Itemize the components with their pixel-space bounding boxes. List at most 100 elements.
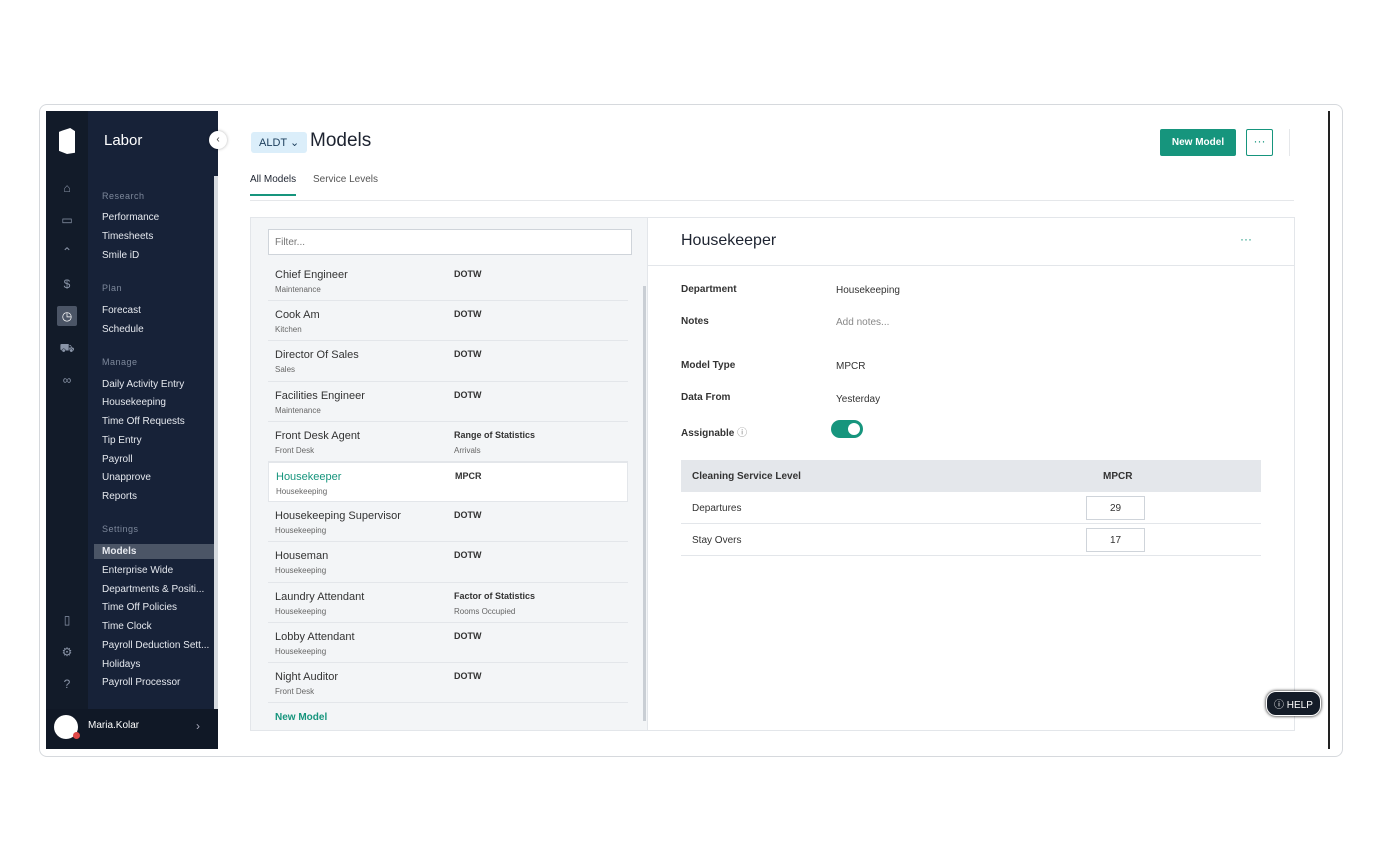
sidebar-item-time-off-requests[interactable]: Time Off Requests: [102, 414, 214, 429]
model-department: Housekeeping: [275, 606, 327, 616]
list-item[interactable]: Houseman Housekeeping DOTW: [268, 542, 628, 583]
list-item[interactable]: Facilities Engineer Maintenance DOTW: [268, 382, 628, 422]
department-value: Housekeeping: [836, 285, 900, 296]
dollar-icon[interactable]: $: [57, 274, 77, 294]
sidebar-item-departments[interactable]: Departments & Positi...: [102, 582, 214, 597]
gear-icon[interactable]: ⚙: [57, 642, 77, 662]
divider: [1289, 129, 1290, 156]
model-department: Housekeeping: [275, 526, 327, 536]
model-department: Maintenance: [275, 285, 321, 294]
model-department: Kitchen: [275, 325, 302, 335]
app: ⌂ ▭ ⌃ $ ◷ ⛟ ∞ ▯ ⚙ ? Labor Research Perfo…: [46, 111, 1330, 749]
sidebar-item-performance[interactable]: Performance: [102, 210, 214, 225]
handshake-icon[interactable]: ∞: [57, 370, 77, 390]
model-name: Housekeeping Supervisor: [275, 510, 401, 523]
sidebar-item-smile-id[interactable]: Smile iD: [102, 248, 214, 263]
list-item[interactable]: Director Of Sales Sales DOTW: [268, 341, 628, 382]
icon-rail: ⌂ ▭ ⌃ $ ◷ ⛟ ∞ ▯ ⚙ ?: [46, 111, 88, 749]
analytics-icon[interactable]: ⌃: [57, 242, 77, 262]
logo-icon: [59, 128, 75, 154]
user-menu[interactable]: Maria.Kolar ›: [46, 709, 218, 749]
model-department: Housekeeping: [275, 566, 327, 576]
models-list: Chief Engineer Maintenance DOTW Cook Am Kitc…: [251, 218, 648, 730]
model-detail: Housekeeper ··· Department Housekeeping …: [648, 218, 1294, 730]
model-name: Night Auditor: [275, 670, 338, 683]
truck-icon[interactable]: ⛟: [57, 338, 77, 358]
notes-input[interactable]: Add notes...: [836, 317, 889, 328]
list-item[interactable]: Front Desk Agent Front Desk Range of Stati…: [268, 422, 628, 462]
tab-divider: [250, 200, 1294, 201]
sidebar-item-enterprise-wide[interactable]: Enterprise Wide: [102, 563, 214, 578]
model-type-value: MPCR: [836, 361, 866, 372]
more-options-button[interactable]: ···: [1246, 129, 1273, 156]
list-item[interactable]: Cook Am Kitchen DOTW: [268, 301, 628, 342]
help-circle-icon[interactable]: ?: [57, 674, 77, 694]
assignable-toggle[interactable]: [831, 420, 863, 438]
stay-overs-input[interactable]: [1086, 528, 1145, 552]
model-type-label: Model Type: [681, 360, 736, 371]
list-item[interactable]: Lobby Attendant Housekeeping DOTW: [268, 623, 628, 663]
sidebar-item-holidays[interactable]: Holidays: [102, 657, 214, 672]
sidebar-scrollbar[interactable]: [214, 176, 218, 716]
sidebar-item-forecast[interactable]: Forecast: [102, 303, 214, 318]
table-row: Stay Overs: [681, 524, 1261, 556]
list-item[interactable]: Housekeeping Supervisor Housekeeping DOTW: [268, 502, 628, 543]
sidebar-item-reports[interactable]: Reports: [102, 489, 214, 504]
sidebar-item-housekeeping[interactable]: Housekeeping: [102, 395, 214, 410]
sidebar-item-daily-activity[interactable]: Daily Activity Entry: [102, 377, 214, 392]
detail-more-button[interactable]: ···: [1240, 232, 1252, 246]
sidebar-item-payroll-processor[interactable]: Payroll Processor: [102, 675, 214, 690]
list-item[interactable]: Laundry Attendant Housekeeping Factor of S…: [268, 583, 628, 623]
chevron-down-icon: ⌄: [289, 137, 300, 149]
sidebar-item-timesheets[interactable]: Timesheets: [102, 229, 214, 244]
new-model-button[interactable]: New Model: [1160, 129, 1236, 156]
filter-input[interactable]: [268, 229, 632, 255]
sidebar-item-payroll-deduction[interactable]: Payroll Deduction Sett...: [102, 638, 214, 653]
model-name: Houseman: [275, 550, 329, 563]
model-type: DOTW: [454, 269, 482, 279]
model-type: DOTW: [454, 349, 482, 360]
new-model-link[interactable]: New Model: [275, 712, 327, 723]
sidebar-item-payroll[interactable]: Payroll: [102, 452, 214, 467]
sidebar-item-unapprove[interactable]: Unapprove: [102, 470, 214, 485]
list-item[interactable]: Housekeeper Housekeeping MPCR: [268, 461, 628, 503]
assignable-label: Assignable ⓘ: [681, 424, 747, 439]
inbox-icon[interactable]: ▭: [57, 210, 77, 230]
sidebar-item-models[interactable]: Models: [94, 544, 214, 559]
departures-input[interactable]: [1086, 496, 1145, 520]
model-statistic: Rooms Occupied: [454, 606, 516, 616]
model-name: Housekeeper: [276, 470, 342, 483]
service-level-table: Cleaning Service Level MPCR Departures St…: [681, 460, 1261, 556]
model-type: Range of Statistics: [454, 429, 536, 440]
list-scrollbar[interactable]: [643, 286, 646, 721]
page-title: Models: [310, 130, 372, 151]
home-icon[interactable]: ⌂: [57, 178, 77, 198]
sidebar-item-time-off-policies[interactable]: Time Off Policies: [102, 600, 214, 615]
info-icon: ⓘ: [737, 428, 748, 439]
model-name: Facilities Engineer: [275, 389, 365, 402]
page-scrollbar[interactable]: [1328, 111, 1330, 749]
clock-icon[interactable]: ◷: [57, 306, 77, 326]
list-item[interactable]: Chief Engineer Maintenance DOTW: [268, 261, 628, 302]
help-icon: ⓘ: [1274, 700, 1284, 711]
model-type: DOTW: [454, 550, 482, 561]
sidebar-item-schedule[interactable]: Schedule: [102, 322, 214, 337]
model-type: DOTW: [454, 309, 482, 320]
device-icon[interactable]: ▯: [57, 610, 77, 630]
model-department: Front Desk: [275, 445, 315, 455]
sidebar-item-time-clock[interactable]: Time Clock: [102, 619, 214, 634]
row-label: Stay Overs: [692, 535, 742, 546]
list-item[interactable]: Night Auditor Front Desk DOTW: [268, 663, 628, 704]
model-name: Cook Am: [275, 309, 320, 322]
model-name: Front Desk Agent: [275, 429, 360, 442]
model-name: Laundry Attendant: [275, 590, 365, 603]
collapse-sidebar-button[interactable]: ‹: [209, 131, 227, 149]
property-selector[interactable]: ALDT ⌄: [251, 132, 308, 153]
tab-all-models[interactable]: All Models: [250, 174, 297, 196]
help-button[interactable]: ⓘ HELP: [1266, 691, 1321, 716]
data-from-label: Data From: [681, 392, 731, 403]
tab-service-levels[interactable]: Service Levels: [313, 174, 378, 185]
model-department: Housekeeping: [275, 646, 327, 656]
nav-section-research: Research: [102, 191, 145, 201]
sidebar-item-tip-entry[interactable]: Tip Entry: [102, 433, 214, 448]
